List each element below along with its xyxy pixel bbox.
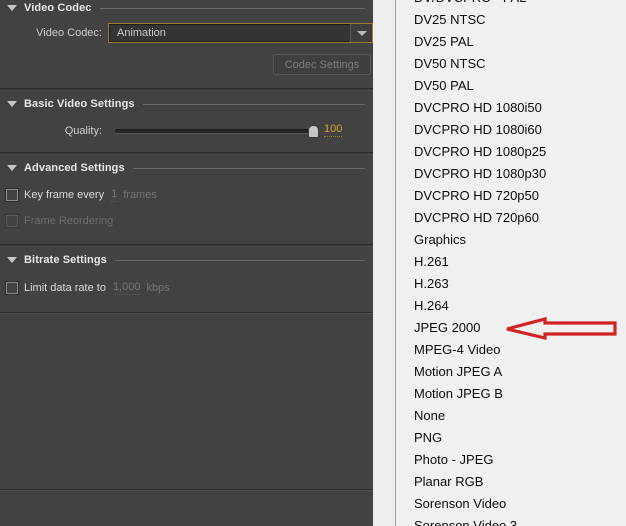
quality-label: Quality: [64,125,102,137]
section-title-basic-video: Basic Video Settings [24,98,135,110]
twirl-down-icon[interactable] [7,165,17,171]
section-rule [142,103,365,105]
codec-option[interactable]: H.261 [396,251,626,273]
codec-option[interactable]: PNG [396,427,626,449]
frame-reordering-checkbox[interactable] [6,215,18,227]
codec-option[interactable]: JPEG 2000 [396,317,626,339]
quality-slider[interactable] [115,124,319,138]
section-title-bitrate: Bitrate Settings [24,254,107,266]
section-rule [132,167,365,169]
codec-option[interactable]: Motion JPEG A [396,361,626,383]
limit-data-rate-row: Limit data rate to 1,000 kbps [6,280,170,296]
video-codec-label: Video Codec: [36,27,102,39]
codec-option[interactable]: MPEG-4 Video [396,339,626,361]
quality-value-field[interactable]: 100 [324,123,343,137]
limit-data-rate-unit-label: kbps [146,282,170,294]
panel-divider [0,312,373,313]
section-header-bitrate[interactable]: Bitrate Settings [0,252,373,268]
codec-option[interactable]: DV25 NTSC [396,9,626,31]
section-rule [114,259,365,261]
codec-option[interactable]: Photo - JPEG [396,449,626,471]
codec-settings-button[interactable]: Codec Settings [273,54,371,75]
codec-option[interactable]: Sorenson Video [396,493,626,515]
key-frame-value-field[interactable]: 1 [111,188,118,202]
section-title-video-codec: Video Codec [24,2,92,14]
twirl-down-icon[interactable] [7,257,17,263]
codec-option[interactable]: DVCPRO HD 720p60 [396,207,626,229]
codec-option[interactable]: DVCPRO HD 1080p30 [396,163,626,185]
codec-option[interactable]: DVCPRO HD 1080i60 [396,119,626,141]
section-title-advanced: Advanced Settings [24,162,125,174]
key-frame-checkbox[interactable] [6,189,18,201]
section-header-advanced[interactable]: Advanced Settings [0,160,373,176]
slider-thumb[interactable] [308,125,319,138]
codec-option[interactable]: H.264 [396,295,626,317]
twirl-down-icon[interactable] [7,101,17,107]
video-codec-select[interactable]: Animation [108,23,373,43]
section-rule [99,7,365,9]
codec-option[interactable]: Sorenson Video 3 [396,515,626,526]
twirl-down-icon[interactable] [7,5,17,11]
codec-option[interactable]: DV25 PAL [396,31,626,53]
codec-option[interactable]: Motion JPEG B [396,383,626,405]
limit-data-rate-value-field[interactable]: 1,000 [112,281,141,295]
codec-option[interactable]: DV50 PAL [396,75,626,97]
codec-option[interactable]: DVCPRO HD 720p50 [396,185,626,207]
panel-divider [0,152,373,155]
section-header-basic-video[interactable]: Basic Video Settings [0,96,373,112]
codec-option[interactable]: DV/DVCPRO - PAL [396,0,626,9]
codec-option[interactable]: DV50 NTSC [396,53,626,75]
slider-track [115,129,317,134]
codec-option-list: DV/DVCPRO - PALDV25 NTSCDV25 PALDV50 NTS… [396,0,626,526]
panel-divider [0,88,373,91]
chevron-down-icon[interactable] [350,24,372,42]
section-header-video-codec[interactable]: Video Codec [0,0,373,16]
key-frame-row: Key frame every 1 frames [6,187,157,203]
codec-option[interactable]: Planar RGB [396,471,626,493]
codec-option[interactable]: H.263 [396,273,626,295]
limit-data-rate-checkbox[interactable] [6,282,18,294]
frame-reordering-row: Frame Reordering [6,213,113,229]
codec-option[interactable]: Graphics [396,229,626,251]
codec-option[interactable]: DVCPRO HD 1080p25 [396,141,626,163]
panel-divider [0,244,373,247]
limit-data-rate-label: Limit data rate to [24,282,106,294]
key-frame-label: Key frame every [24,189,105,201]
export-settings-panel: Video Codec Video Codec: Animation Codec… [0,0,373,526]
codec-option[interactable]: None [396,405,626,427]
panel-divider [0,489,373,490]
codec-option[interactable]: DVCPRO HD 1080i50 [396,97,626,119]
video-codec-dropdown-list[interactable]: DV/DVCPRO - PALDV25 NTSCDV25 PALDV50 NTS… [395,0,626,526]
frame-reordering-label: Frame Reordering [24,215,114,227]
video-codec-selected-value: Animation [117,27,166,39]
key-frame-unit-label: frames [123,189,157,201]
